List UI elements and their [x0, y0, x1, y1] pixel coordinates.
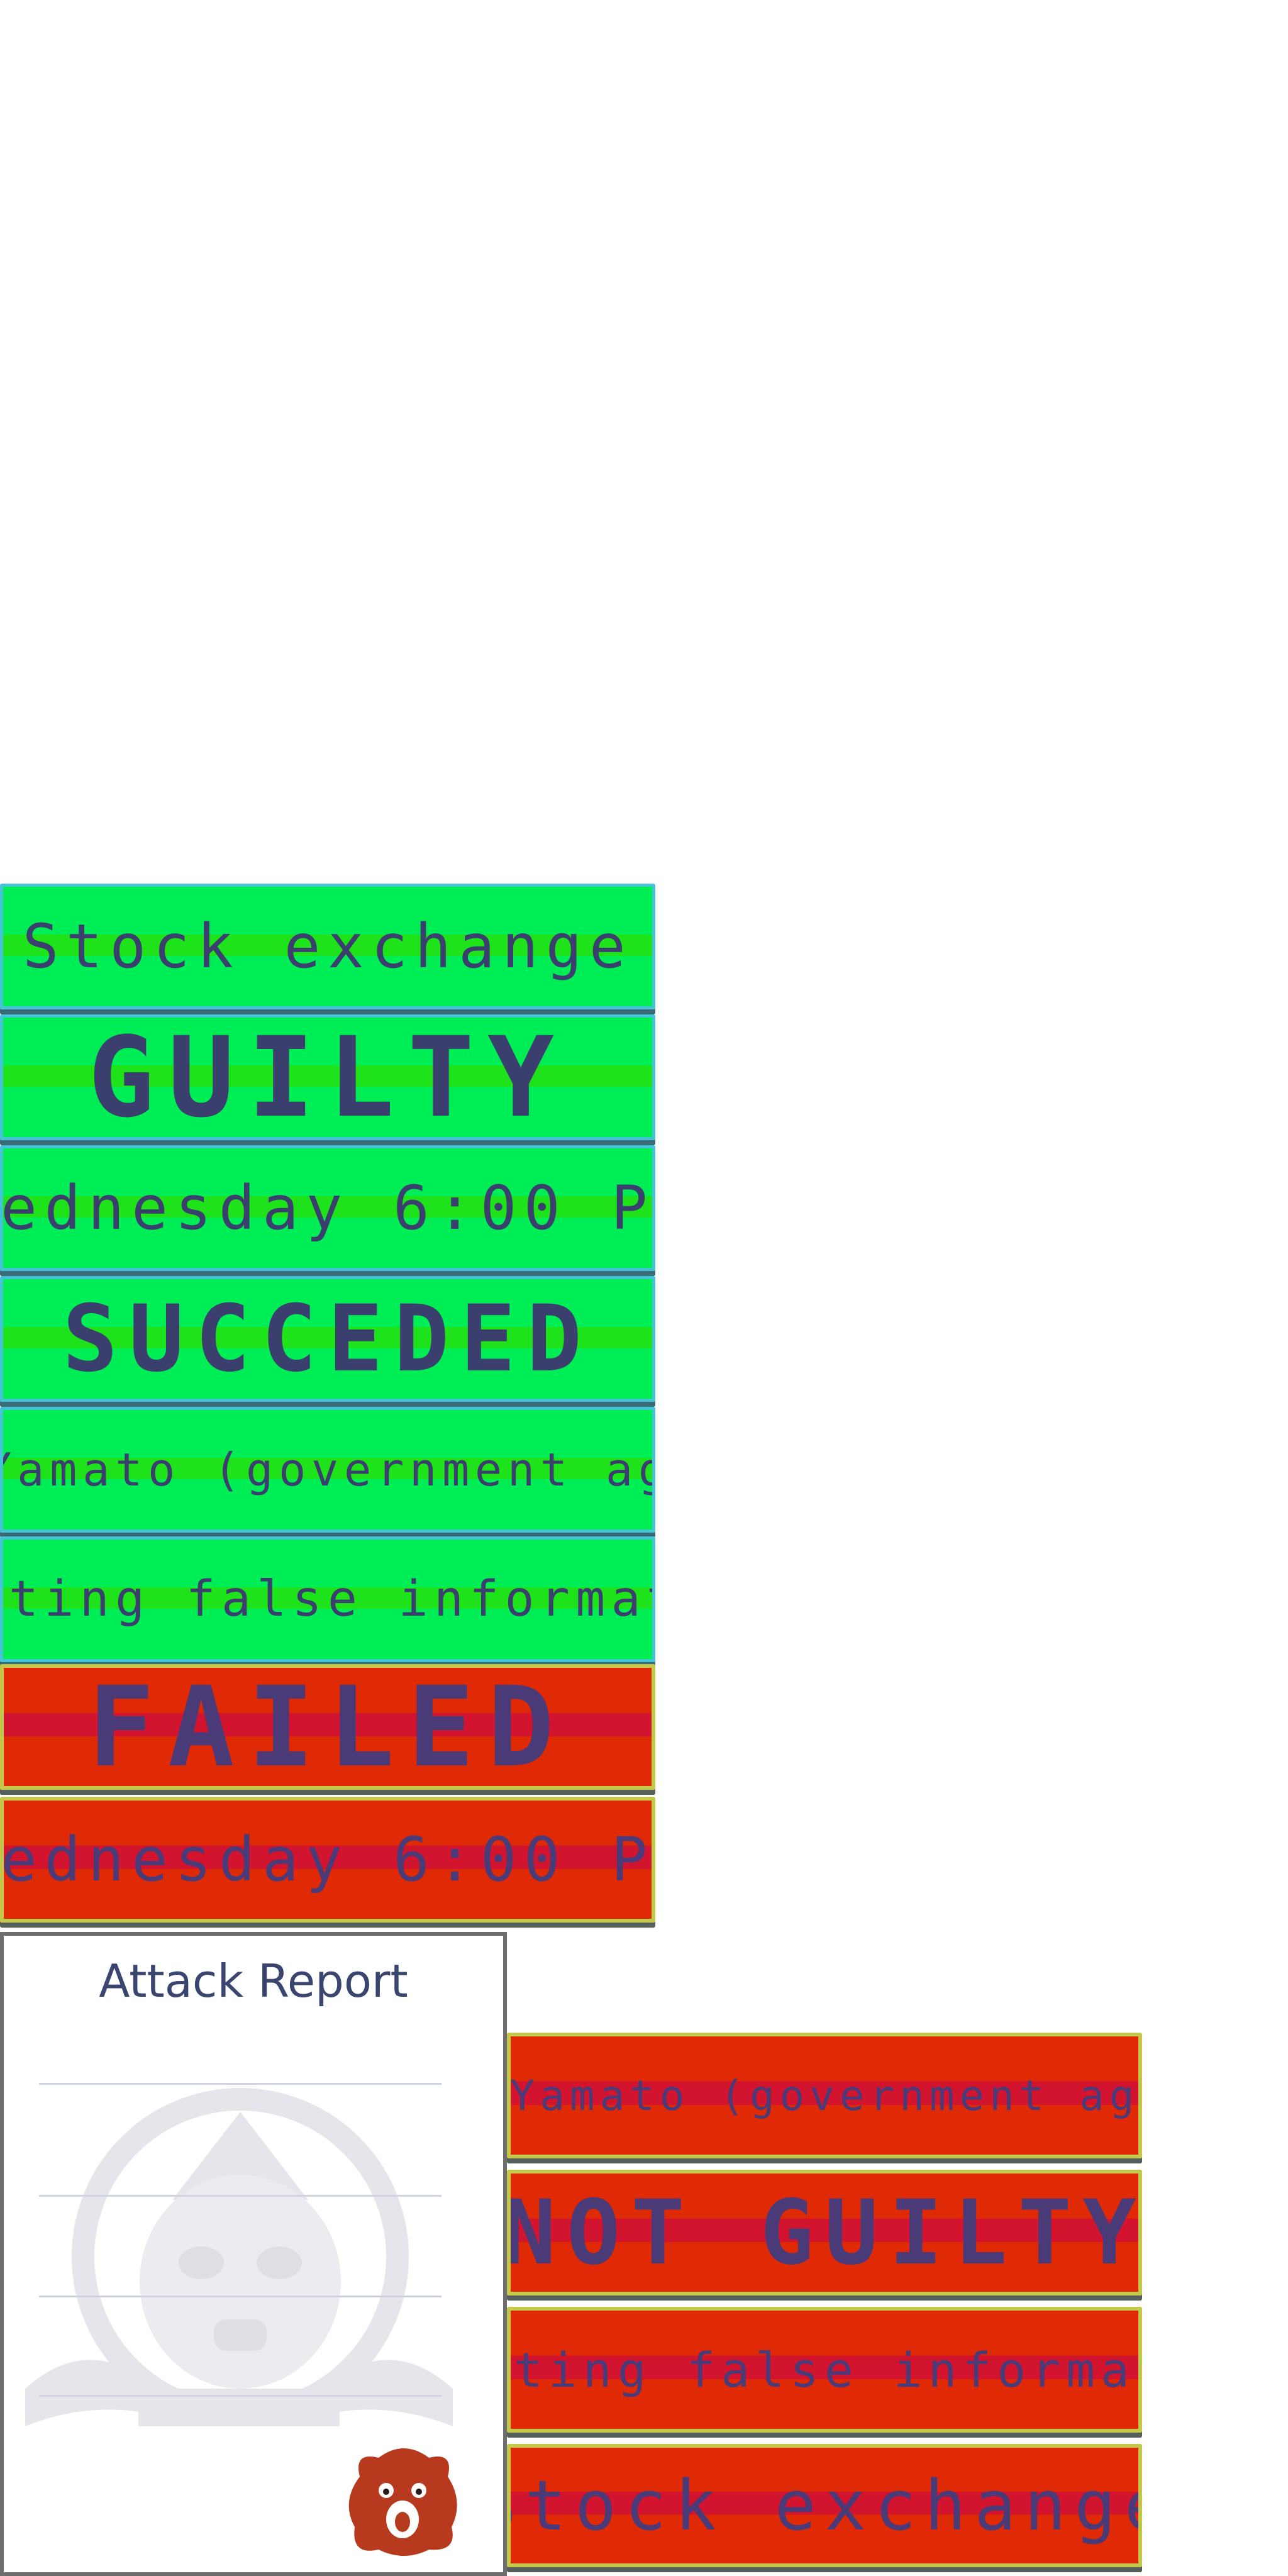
banner-time-red: Wednesday 6:00 PM — [0, 1797, 655, 1923]
skull-emblem-icon — [25, 2088, 453, 2426]
banner-text: GUILTY — [87, 1014, 568, 1140]
banner-planting-info-red: Planting false information — [507, 2307, 1142, 2433]
banner-text: Mei Yamato (government agent) — [0, 1443, 652, 1496]
report-title: Attack Report — [99, 1955, 408, 2007]
banner-planting-info-green: Planting false information — [0, 1536, 655, 1662]
banner-not-guilty: NOT GUILTY — [507, 2170, 1142, 2296]
banner-text: Planting false information — [511, 2341, 1138, 2398]
banner-text: Stock exchange — [22, 911, 633, 982]
report-line — [39, 2195, 441, 2197]
report-line — [39, 2395, 441, 2397]
banner-text: FAILED — [87, 1664, 568, 1790]
banner-text: Planting false information — [3, 1571, 652, 1628]
banner-guilty: GUILTY — [0, 1014, 655, 1140]
banner-text: Stock exchange — [507, 2465, 1142, 2546]
banner-text: Mei Yamato (government agent) — [509, 2071, 1140, 2120]
banner-time-green: Wednesday 6:00 PM — [0, 1145, 655, 1271]
banner-stock-exchange-red: Stock exchange — [507, 2444, 1142, 2567]
banner-text: NOT GUILTY — [507, 2180, 1142, 2285]
banner-text: SUCCEDED — [62, 1285, 593, 1392]
banner-succeded: SUCCEDED — [0, 1276, 655, 1402]
attack-report-card: Attack Report — [0, 1932, 507, 2576]
banner-failed: FAILED — [0, 1664, 655, 1790]
report-line — [39, 2083, 441, 2085]
banner-stock-exchange-green: Stock exchange — [0, 884, 655, 1009]
banner-text: Wednesday 6:00 PM — [1, 1173, 655, 1243]
banner-mei-yamato-green: Mei Yamato (government agent) — [0, 1407, 655, 1533]
bear-mascot-icon — [348, 2448, 457, 2556]
banner-mei-yamato-red: Mei Yamato (government agent) — [507, 2033, 1142, 2158]
report-line — [39, 2296, 441, 2297]
banner-text: Wednesday 6:00 PM — [1, 1824, 655, 1895]
